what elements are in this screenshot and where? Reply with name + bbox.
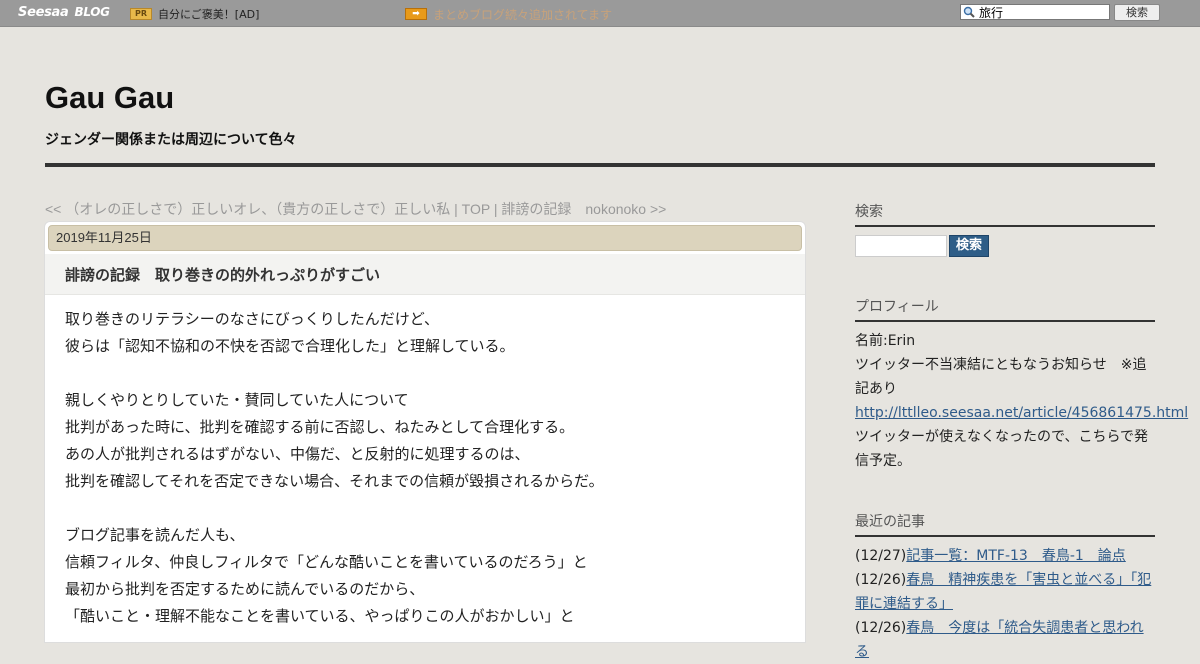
search-icon — [963, 6, 975, 18]
topbar-search-input[interactable] — [979, 5, 1107, 19]
article-body: 取り巻きのリテラシーのなさにびっくりしたんだけど、彼らは「認知不協和の不快を否認… — [65, 306, 785, 630]
prev-article-link[interactable]: << （オレの正しさで）正しいオレ、（貴方の正しさで）正しい私 — [45, 201, 450, 217]
profile-notice: ツイッター不当凍結にともなうお知らせ ※追記あり — [855, 357, 1147, 397]
article-title[interactable]: 誹謗の記録 取り巻きの的外れっぷりがすごい — [65, 264, 380, 285]
article-date: 2019年11月25日 — [48, 225, 802, 251]
sidebar-search-input[interactable] — [855, 235, 947, 257]
logo-main: Seesaa — [18, 5, 69, 20]
paragraph-break — [65, 360, 785, 387]
arrow-right-icon: ➡ — [405, 8, 427, 20]
article-line: ブログ記事を読んだ人も、 — [65, 526, 245, 544]
article-line: 最初から批判を否定するために読んでいるのだから、 — [65, 580, 425, 598]
profile-article-link[interactable]: http://lttlleo.seesaa.net/article/456861… — [855, 405, 1188, 421]
article-line: 彼らは「認知不協和の不快を否認で合理化した」と理解している。 — [65, 337, 515, 355]
article: 2019年11月25日 誹謗の記録 取り巻きの的外れっぷりがすごい 取り巻きのリ… — [45, 222, 805, 642]
ad-link[interactable]: 自分にご褒美！[AD] — [158, 6, 259, 22]
article-line: 「酷いこと・理解不能なことを書いている、やっぱりこの人がおかしい」と — [65, 607, 575, 625]
post-navigation: << （オレの正しさで）正しいオレ、（貴方の正しさで）正しい私 | TOP | … — [45, 199, 666, 219]
recent-article-item: (12/26)春鳥 精神疾患を「害虫と並べる」「犯罪に連結する」 — [855, 568, 1155, 616]
recent-article-link[interactable]: 記事一覧：MTF-13 春鳥-1 論点 — [906, 548, 1126, 564]
nav-separator: | — [489, 201, 502, 217]
seesaa-blog-logo[interactable]: Seesaa BLOG — [18, 5, 110, 20]
article-line: あの人が批判されるはずがない、中傷だ、と反射的に処理するのは、 — [65, 445, 530, 463]
sidebar-search-button[interactable]: 検索 — [949, 235, 989, 257]
topbar-search-box[interactable] — [960, 4, 1110, 20]
article-title-bar: 誹謗の記録 取り巻きの的外れっぷりがすごい — [45, 254, 805, 295]
article-line: 信頼フィルタ、仲良しフィルタで「どんな酷いことを書いているのだろう」と — [65, 553, 588, 571]
nav-separator: | — [450, 201, 462, 217]
blog-title[interactable]: Gau Gau — [45, 80, 174, 116]
article-line: 親しくやりとりしていた・賛同していた人について — [65, 391, 409, 409]
next-article-link[interactable]: 誹謗の記録 nokonoko >> — [501, 201, 666, 217]
profile-content: 名前:Erin ツイッター不当凍結にともなうお知らせ ※追記あり http://… — [855, 329, 1188, 473]
paragraph-break — [65, 495, 785, 522]
recent-article-item: (12/27)記事一覧：MTF-13 春鳥-1 論点 — [855, 544, 1155, 568]
sidebar-search-heading: 検索 — [855, 201, 1155, 227]
topbar-search-button[interactable]: 検索 — [1114, 4, 1160, 21]
header-divider — [45, 163, 1155, 167]
profile-name: 名前:Erin — [855, 333, 916, 349]
top-link[interactable]: TOP — [462, 201, 490, 217]
logo-sub: BLOG — [74, 5, 110, 19]
pr-badge: PR — [130, 8, 152, 20]
article-line: 批判があった時に、批判を確認する前に否認し、ねたみとして合理化する。 — [65, 418, 575, 436]
notice-link[interactable]: まとめブログ続々追加されてます — [433, 6, 612, 23]
article-line: 取り巻きのリテラシーのなさにびっくりしたんだけど、 — [65, 310, 439, 328]
sidebar-recent-heading: 最近の記事 — [855, 511, 1155, 537]
recent-article-date: (12/26) — [855, 572, 907, 588]
top-bar: Seesaa BLOG PR 自分にご褒美！[AD] ➡ まとめブログ続々追加され… — [0, 0, 1200, 27]
recent-article-date: (12/26) — [855, 620, 907, 636]
profile-note: ツイッターが使えなくなったので、こちらで発信予定。 — [855, 429, 1149, 469]
recent-article-date: (12/27) — [855, 548, 907, 564]
recent-article-item: (12/26)春鳥 今度は「統合失調患者と思われる — [855, 616, 1155, 664]
sidebar-profile-heading: プロフィール — [855, 296, 1155, 322]
recent-articles-list: (12/27)記事一覧：MTF-13 春鳥-1 論点 (12/26)春鳥 精神疾患… — [855, 544, 1155, 664]
blog-description: ジェンダー関係または周辺について色々 — [45, 132, 297, 148]
article-line: 批判を確認してそれを否定できない場合、それまでの信頼が毀損されるからだ。 — [65, 472, 604, 490]
